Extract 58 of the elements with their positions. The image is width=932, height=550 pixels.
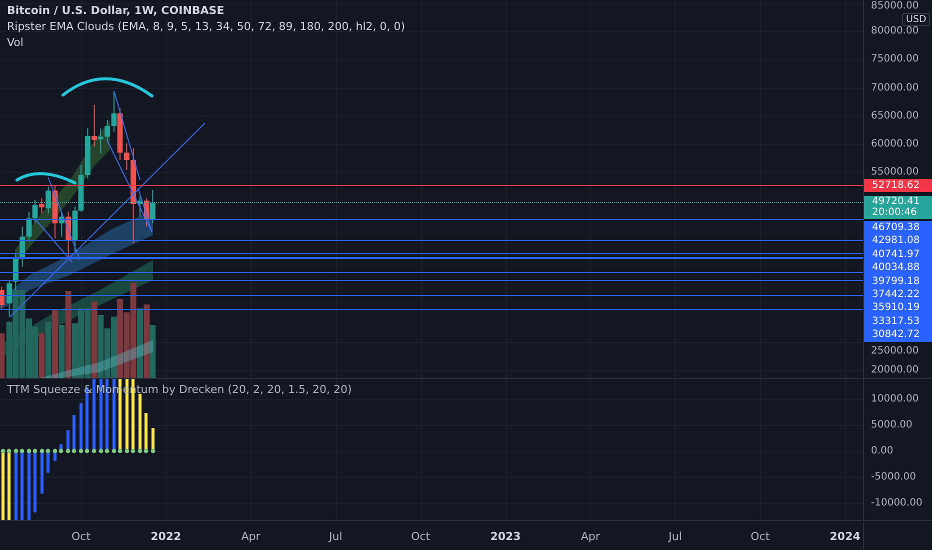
momentum-bar bbox=[80, 403, 82, 451]
momentum-tick: -10000.00 bbox=[871, 498, 922, 508]
price-tick: 55000.00 bbox=[871, 166, 919, 178]
momentum-bar bbox=[34, 451, 36, 512]
momentum-bar bbox=[138, 394, 142, 451]
level-price-label: 40741.97 bbox=[864, 248, 932, 262]
momentum-tick: -5000.00 bbox=[871, 472, 916, 482]
level-price-label: 37442.22 bbox=[864, 288, 932, 302]
bar-countdown: 20:00:46 bbox=[872, 208, 918, 218]
candle bbox=[0, 286, 4, 309]
level-price-label: 40034.88 bbox=[864, 261, 932, 275]
time-label: Oct bbox=[71, 530, 91, 543]
momentum-bar bbox=[8, 451, 10, 520]
momentum-bar bbox=[46, 451, 50, 473]
time-label: Jul bbox=[329, 530, 342, 543]
study-legend: Ripster EMA Clouds (EMA, 8, 9, 5, 13, 34, 50, 72, 89, 180, 200, hl2, 0, 0) bbox=[7, 19, 406, 35]
time-label: Oct bbox=[750, 530, 770, 543]
price-tick: 70000.00 bbox=[871, 82, 919, 94]
momentum-bar bbox=[14, 451, 18, 520]
time-label: 2024 bbox=[830, 530, 860, 543]
symbol-title: Bitcoin / U.S. Dollar, 1W, COINBASE bbox=[7, 3, 226, 19]
momentum-tick: 10000.00 bbox=[871, 394, 919, 404]
price-tick: 25000.00 bbox=[871, 346, 919, 356]
time-label: Apr bbox=[241, 530, 260, 543]
price-tick: 85000.00 bbox=[871, 0, 919, 12]
price-tick: 80000.00 bbox=[871, 26, 919, 37]
squeeze-dot bbox=[150, 448, 156, 454]
currency-button[interactable]: USD bbox=[902, 13, 930, 26]
time-label: Apr bbox=[580, 530, 600, 543]
level-price-label: 33317.53 bbox=[864, 314, 932, 328]
level-price-label: 30842.72 bbox=[864, 328, 932, 342]
momentum-bar bbox=[152, 428, 154, 451]
momentum-bar bbox=[28, 451, 30, 520]
momentum-bar bbox=[2, 451, 4, 520]
arc-annotation bbox=[16, 172, 76, 184]
time-label: 2022 bbox=[150, 530, 182, 543]
price-tick: 60000.00 bbox=[871, 138, 919, 150]
price-tick: 65000.00 bbox=[871, 110, 919, 122]
time-label: 2023 bbox=[490, 530, 521, 543]
momentum-bar bbox=[20, 451, 24, 520]
study-legend: Vol bbox=[7, 35, 406, 51]
level-price-label: 35910.19 bbox=[864, 301, 932, 315]
level-price-label: 42981.08 bbox=[864, 234, 932, 248]
momentum-bar bbox=[40, 451, 44, 494]
time-label: Jul bbox=[668, 530, 682, 543]
squeeze-dot bbox=[92, 448, 96, 454]
alert-price-label: 52718.62 bbox=[864, 179, 932, 192]
momentum-tick: 5000.00 bbox=[871, 420, 912, 430]
price-tick: 75000.00 bbox=[871, 54, 919, 65]
momentum-tick: 0.00 bbox=[871, 446, 894, 456]
momentum-bar bbox=[72, 415, 76, 451]
level-price-label: 46709.38 bbox=[864, 221, 932, 234]
time-label: Oct bbox=[411, 530, 430, 543]
level-price-label: 39799.18 bbox=[864, 274, 932, 288]
momentum-bar bbox=[66, 430, 70, 451]
price-tick: 20000.00 bbox=[871, 364, 919, 376]
last-price: 49720.41 bbox=[872, 197, 921, 208]
momentum-bar bbox=[144, 413, 148, 451]
